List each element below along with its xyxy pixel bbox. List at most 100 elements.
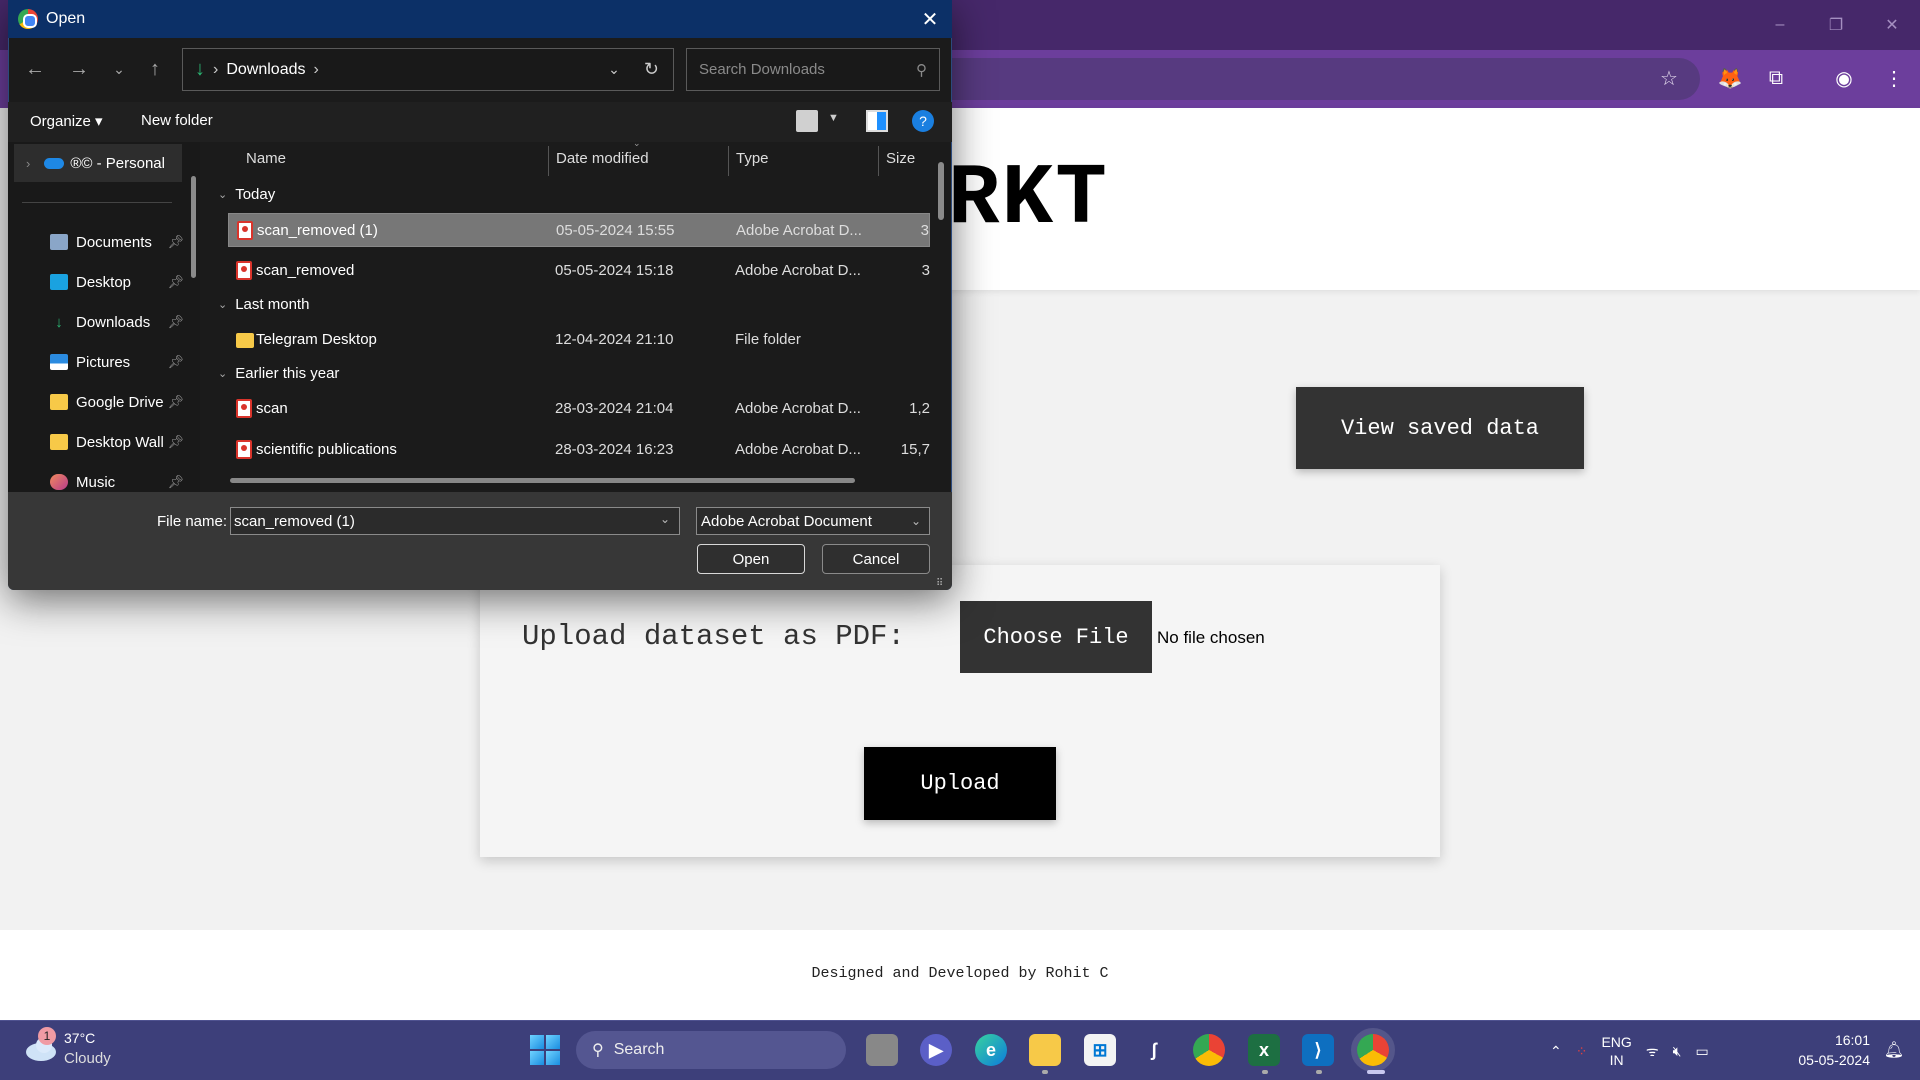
view-options-icon[interactable]: [796, 110, 818, 132]
search-downloads-input[interactable]: Search Downloads ⚲: [686, 48, 940, 91]
music-icon: [50, 474, 68, 490]
desktop-icon: [50, 274, 68, 290]
column-header-date[interactable]: Date modified: [556, 150, 649, 167]
minimize-button[interactable]: –: [1752, 0, 1808, 50]
file-name-input[interactable]: scan_removed (1): [230, 507, 680, 535]
help-icon[interactable]: ?: [912, 110, 934, 132]
weather-temp[interactable]: 37°C: [64, 1030, 95, 1046]
pdf-file-icon: [236, 440, 252, 459]
start-button[interactable]: [530, 1035, 560, 1065]
folder-icon: [50, 434, 68, 450]
up-arrow-icon[interactable]: ↑: [140, 52, 170, 86]
expand-chevron-icon[interactable]: ›: [26, 156, 30, 171]
microsoft-store-icon[interactable]: ⊞: [1084, 1034, 1116, 1066]
chrome-icon[interactable]: [1193, 1034, 1225, 1066]
resize-grip-icon[interactable]: ⠿: [936, 578, 943, 589]
file-size: 3: [921, 262, 930, 279]
preview-pane-icon[interactable]: [866, 110, 888, 132]
vscode-icon[interactable]: ⟩: [1302, 1034, 1334, 1066]
address-bar[interactable]: [930, 58, 1700, 100]
back-arrow-icon[interactable]: ←: [20, 52, 50, 86]
profile-avatar-icon[interactable]: ◉: [1830, 64, 1858, 92]
search-icon: ⚲: [916, 61, 927, 79]
group-header-last-month[interactable]: ⌄ Last month: [218, 296, 309, 313]
battery-icon[interactable]: ▭: [1695, 1043, 1708, 1060]
view-saved-data-button[interactable]: View saved data: [1296, 387, 1584, 469]
refresh-icon[interactable]: ↻: [644, 59, 659, 80]
column-separator[interactable]: [878, 146, 879, 176]
bookmark-star-icon[interactable]: ☆: [1660, 66, 1678, 91]
file-explorer-icon[interactable]: [1029, 1034, 1061, 1066]
teams-chat-icon[interactable]: ▶: [920, 1034, 952, 1066]
file-row[interactable]: scan_removed (1) 05-05-2024 15:55 Adobe …: [228, 213, 930, 247]
edge-icon[interactable]: e: [975, 1034, 1007, 1066]
cancel-button[interactable]: Cancel: [822, 544, 930, 574]
address-history-chevron-icon[interactable]: ⌄: [608, 61, 620, 78]
chrome-profile-icon[interactable]: [1351, 1028, 1395, 1072]
clock[interactable]: 16:01 05-05-2024: [1798, 1030, 1870, 1070]
extensions-icon[interactable]: ⧉: [1762, 64, 1790, 92]
new-folder-button[interactable]: New folder: [141, 112, 213, 129]
group-header-earlier-this-year[interactable]: ⌄ Earlier this year: [218, 365, 339, 382]
file-list-vertical-scrollbar[interactable]: [938, 162, 944, 220]
file-list-horizontal-scrollbar[interactable]: [230, 478, 855, 483]
breadcrumb-chevron-icon[interactable]: ›: [313, 61, 318, 79]
view-options-dropdown-icon[interactable]: ▼: [828, 112, 839, 124]
nav-item-desktop-wall[interactable]: Desktop Wall 📌︎: [50, 427, 184, 457]
column-separator[interactable]: [728, 146, 729, 176]
group-label: Last month: [235, 296, 310, 313]
open-button[interactable]: Open: [697, 544, 805, 574]
app-s-icon[interactable]: ʃ: [1138, 1034, 1170, 1066]
taskbar-search[interactable]: ⚲ Search: [576, 1031, 846, 1069]
upload-button[interactable]: Upload: [864, 747, 1056, 820]
file-row[interactable]: scan 28-03-2024 21:04 Adobe Acrobat D...…: [228, 392, 930, 426]
column-header-name[interactable]: Name: [246, 150, 286, 167]
file-row[interactable]: scientific publications 28-03-2024 16:23…: [228, 433, 930, 467]
show-hidden-icons-chevron-icon[interactable]: ⌃: [1550, 1043, 1562, 1060]
nav-item-desktop[interactable]: Desktop 📌︎: [50, 267, 184, 297]
column-header-size[interactable]: Size: [886, 150, 915, 167]
file-type-value: Adobe Acrobat Document: [701, 512, 872, 530]
close-window-button[interactable]: ✕: [1864, 0, 1920, 50]
organize-button[interactable]: Organize ▾: [30, 112, 103, 130]
file-type: File folder: [735, 331, 801, 348]
nav-onedrive-personal[interactable]: › ®© - Personal: [14, 144, 182, 182]
breadcrumb-downloads[interactable]: Downloads: [226, 61, 305, 79]
nav-item-pictures[interactable]: Pictures 📌︎: [50, 347, 184, 377]
recent-locations-chevron-icon[interactable]: ⌄: [104, 52, 134, 86]
nav-item-label: Google Drive: [76, 393, 164, 411]
notification-bell-icon[interactable]: 🔔︎: [1884, 1040, 1904, 1060]
column-separator[interactable]: [548, 146, 549, 176]
choose-file-button[interactable]: Choose File: [960, 601, 1152, 673]
nav-item-label: Downloads: [76, 313, 151, 331]
weather-desc[interactable]: Cloudy: [64, 1050, 111, 1067]
restore-button[interactable]: ❐: [1808, 0, 1864, 50]
column-header-type[interactable]: Type: [736, 150, 769, 167]
file-row[interactable]: Telegram Desktop 12-04-2024 21:10 File f…: [228, 323, 930, 357]
nav-pane-scrollbar[interactable]: [191, 176, 196, 278]
metamask-icon[interactable]: 🦊: [1716, 64, 1744, 92]
clock-time: 16:01: [1834, 1032, 1870, 1048]
volume-muted-icon[interactable]: 🔇︎: [1673, 1043, 1682, 1060]
taskbar-search-label: Search: [613, 1041, 665, 1058]
language-indicator[interactable]: ENG IN: [1601, 1033, 1631, 1069]
breadcrumb-bar[interactable]: ↓ › Downloads › ⌄ ↻: [182, 48, 674, 91]
dialog-close-button[interactable]: ✕: [912, 4, 948, 34]
task-view-icon[interactable]: [866, 1034, 898, 1066]
file-row[interactable]: scan_removed 05-05-2024 15:18 Adobe Acro…: [228, 254, 930, 288]
file-name: Telegram Desktop: [256, 331, 377, 348]
file-name-dropdown-chevron-icon[interactable]: ⌄: [660, 512, 670, 526]
excel-icon[interactable]: x: [1248, 1034, 1280, 1066]
wifi-icon[interactable]: ᯤ: [1646, 1042, 1659, 1061]
nav-item-label: Desktop Wall: [76, 433, 164, 451]
file-type-select[interactable]: Adobe Acrobat Document ⌄: [696, 507, 930, 535]
forward-arrow-icon[interactable]: →: [64, 52, 94, 86]
chevron-down-icon: ⌄: [910, 514, 921, 528]
lang-top: ENG: [1601, 1034, 1632, 1050]
menu-kebab-icon[interactable]: ⋮: [1880, 64, 1908, 92]
nav-item-google-drive[interactable]: Google Drive 📌︎: [50, 387, 184, 417]
nav-item-downloads[interactable]: ↓ Downloads 📌︎: [50, 307, 184, 337]
nav-item-documents[interactable]: Documents 📌︎: [50, 227, 184, 257]
network-status-icon[interactable]: ⁘: [1576, 1043, 1588, 1060]
group-header-today[interactable]: ⌄ Today: [218, 186, 275, 203]
